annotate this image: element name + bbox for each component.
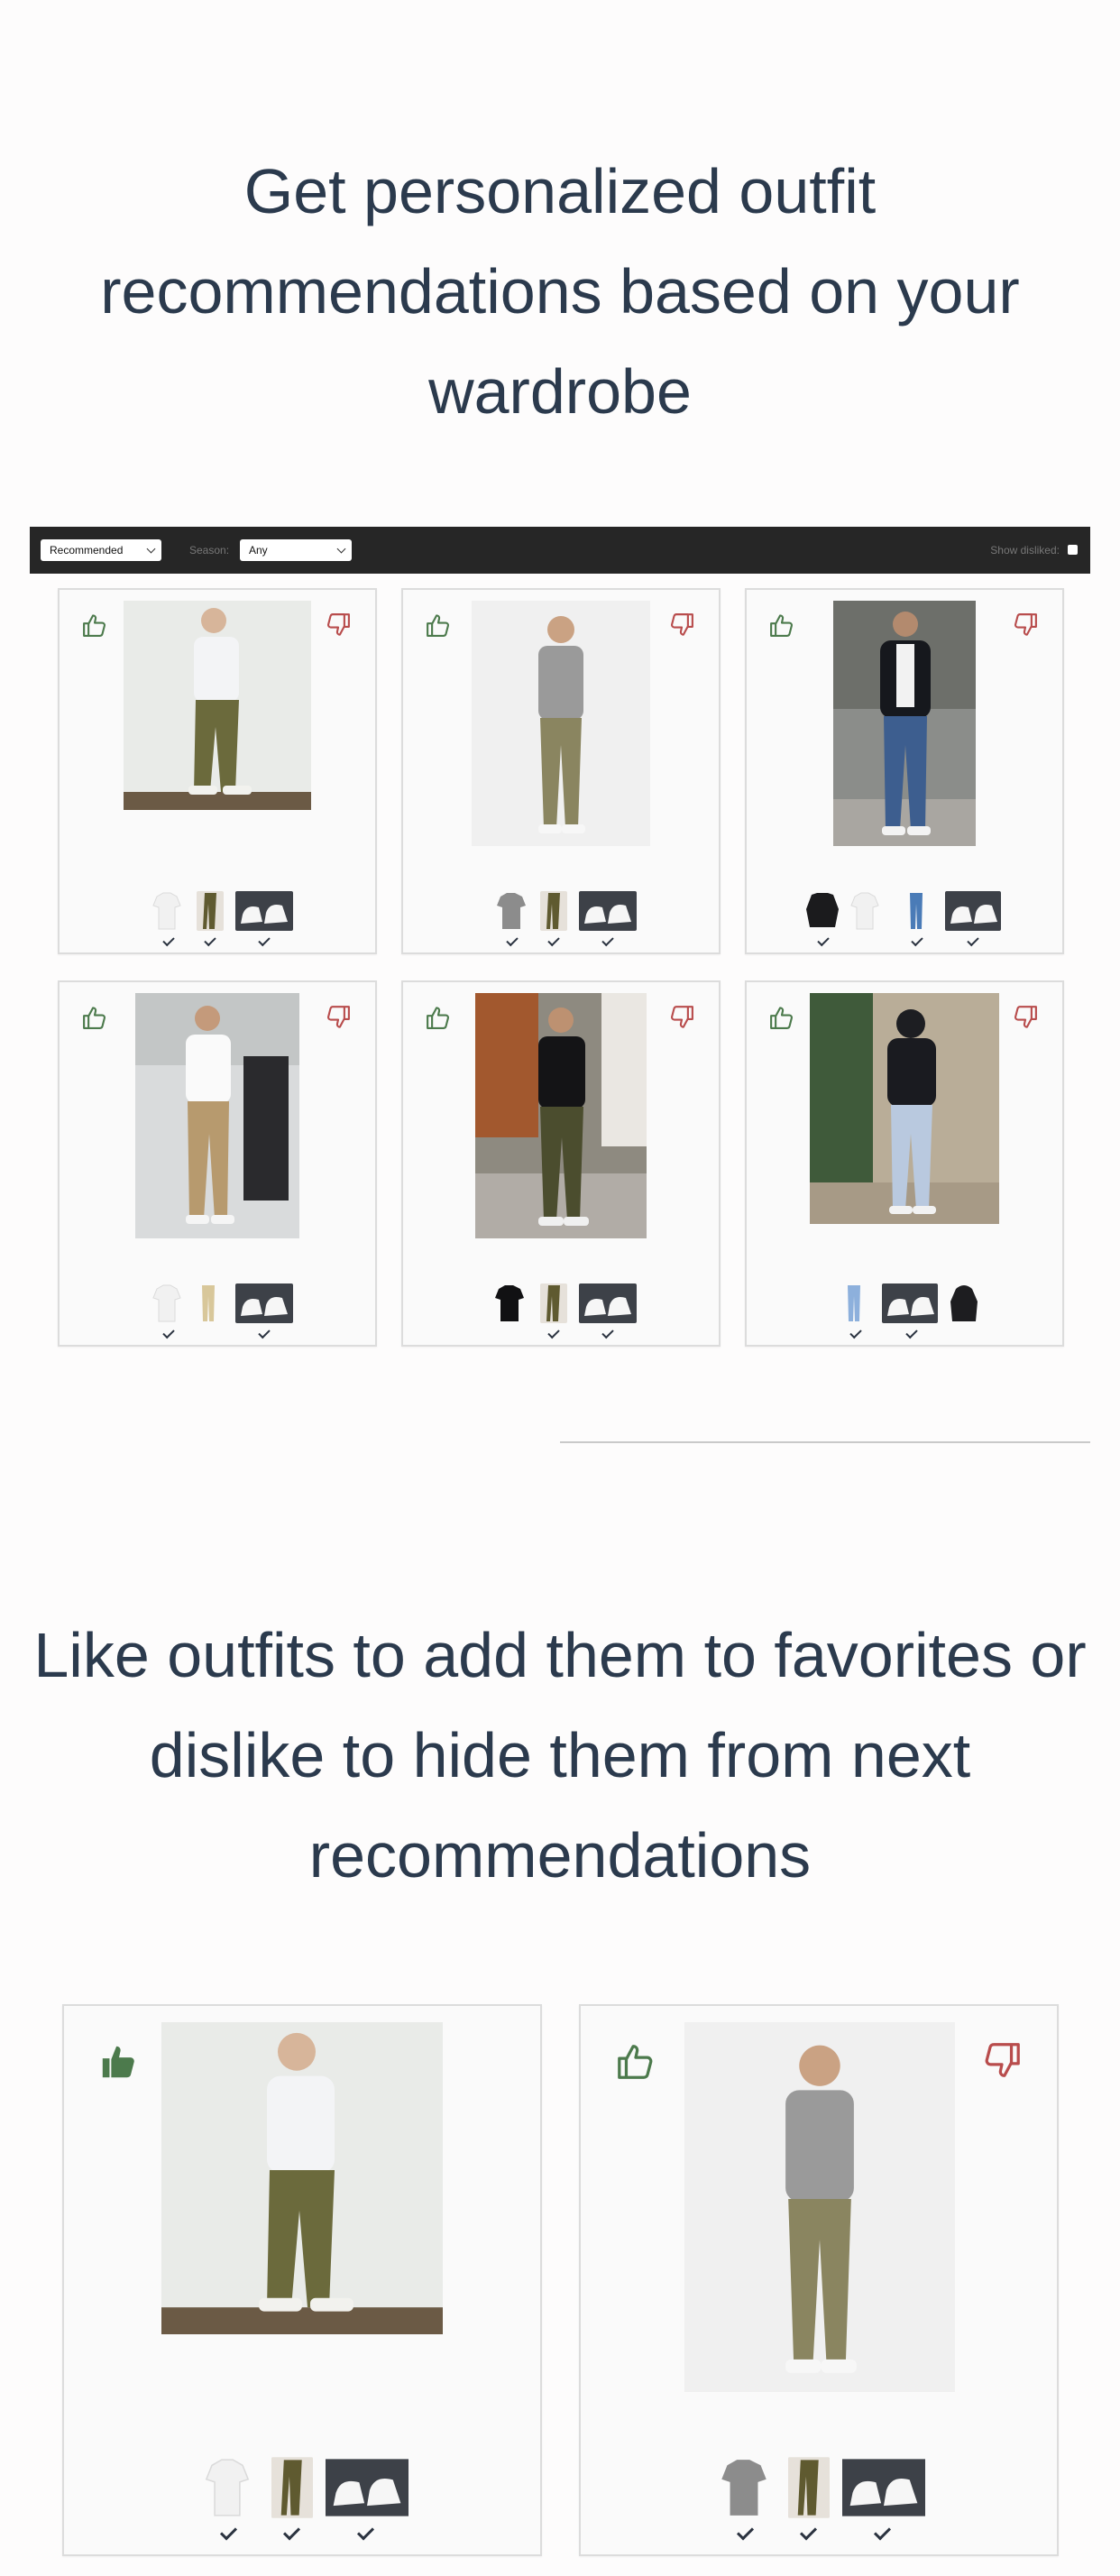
item-thumbnail: [197, 891, 224, 931]
outfit-card: [58, 980, 377, 1347]
outfit-photo: [684, 2022, 955, 2392]
outfit-card: [579, 2004, 1059, 2556]
thumbs-down-icon[interactable]: [1012, 1004, 1039, 1031]
thumbs-down-icon[interactable]: [1012, 612, 1039, 639]
check-icon: [258, 1326, 271, 1339]
thumbs-down-icon[interactable]: [325, 612, 352, 639]
sort-select-value: Recommended: [50, 544, 124, 557]
item-thumbnail: [152, 1284, 181, 1322]
outfit-card: [745, 588, 1064, 954]
outfit-card: [401, 980, 721, 1347]
check-icon: [282, 2523, 301, 2541]
season-label: Season:: [189, 544, 230, 557]
item-thumbnail: [850, 892, 879, 930]
item-thumbnail: [721, 2460, 767, 2516]
check-icon: [817, 934, 830, 947]
thumbs-down-icon[interactable]: [668, 1004, 695, 1031]
season-select[interactable]: Any: [240, 539, 352, 561]
item-thumbnail: [202, 1285, 215, 1321]
item-thumbnail: [882, 1283, 938, 1323]
item-thumbnail: [540, 1283, 567, 1323]
item-thumbnail: [806, 893, 839, 927]
chevron-down-icon: [146, 544, 156, 554]
item-thumbnail: [842, 2459, 925, 2516]
filter-toolbar: Recommended Season: Any Show disliked:: [30, 527, 1090, 574]
outfit-photo: [810, 993, 999, 1224]
item-thumbnail: [326, 2459, 409, 2516]
app-screenshot: Recommended Season: Any Show disliked:: [30, 527, 1090, 1357]
like-dislike-heading: Like outfits to add them to favorites or…: [33, 1620, 1087, 1891]
thumbs-up-icon[interactable]: [615, 2040, 656, 2082]
outfit-photo: [135, 993, 299, 1238]
outfit-card: [58, 588, 377, 954]
item-thumbnail: [579, 891, 637, 931]
chevron-down-icon: [336, 544, 346, 554]
check-icon: [873, 2523, 892, 2541]
thumbs-up-icon[interactable]: [768, 1004, 795, 1031]
item-thumbnail: [579, 1283, 637, 1323]
check-icon: [547, 1326, 560, 1339]
item-thumbnail: [497, 893, 526, 929]
check-icon: [162, 1326, 175, 1339]
check-icon: [356, 2523, 375, 2541]
item-thumbnail: [495, 1285, 524, 1321]
outfit-photo: [475, 993, 647, 1238]
outfit-photo: [161, 2022, 443, 2334]
outfit-photo: [472, 601, 650, 846]
outfit-card-liked: [62, 2004, 542, 2556]
thumbs-up-icon[interactable]: [81, 1004, 108, 1031]
item-thumbnail: [945, 891, 1001, 931]
check-icon: [736, 2523, 755, 2541]
item-thumbnail: [788, 2457, 830, 2518]
check-icon: [601, 934, 614, 947]
check-icon: [547, 934, 560, 947]
outfit-card: [401, 588, 721, 954]
check-icon: [219, 2523, 238, 2541]
check-icon: [911, 934, 923, 947]
item-thumbnail: [205, 2459, 250, 2516]
thumbs-up-icon[interactable]: [81, 612, 108, 639]
thumbs-up-icon[interactable]: [425, 612, 452, 639]
outfit-card: [745, 980, 1064, 1347]
season-select-value: Any: [249, 544, 268, 557]
personalized-heading: Get personalized outfit recommendations …: [100, 156, 1020, 427]
item-thumbnail: [271, 2457, 313, 2518]
check-icon: [905, 1326, 918, 1339]
check-icon: [601, 1326, 614, 1339]
sort-select[interactable]: Recommended: [41, 539, 161, 561]
thumbs-down-icon[interactable]: [668, 612, 695, 639]
thumbs-up-icon[interactable]: [425, 1004, 452, 1031]
item-thumbnail: [235, 1283, 293, 1323]
item-thumbnail: [848, 1285, 860, 1321]
check-icon: [204, 934, 216, 947]
check-icon: [849, 1326, 862, 1339]
thumbs-down-icon[interactable]: [325, 1004, 352, 1031]
show-disliked-checkbox[interactable]: [1068, 545, 1078, 555]
check-icon: [258, 934, 271, 947]
thumbs-up-icon[interactable]: [768, 612, 795, 639]
item-thumbnail: [540, 891, 567, 931]
check-icon: [162, 934, 175, 947]
item-thumbnail: [235, 891, 293, 931]
item-thumbnail: [152, 892, 181, 930]
thumbs-up-filled-icon[interactable]: [98, 2040, 140, 2082]
section-divider: [560, 1441, 1090, 1443]
check-icon: [799, 2523, 818, 2541]
thumbs-down-icon[interactable]: [981, 2040, 1023, 2082]
outfit-photo: [833, 601, 976, 846]
show-disliked-label: Show disliked:: [990, 544, 1060, 557]
outfit-photo: [124, 601, 311, 810]
item-thumbnail: [950, 1285, 978, 1321]
check-icon: [506, 934, 519, 947]
item-thumbnail: [910, 893, 923, 929]
check-icon: [967, 934, 979, 947]
